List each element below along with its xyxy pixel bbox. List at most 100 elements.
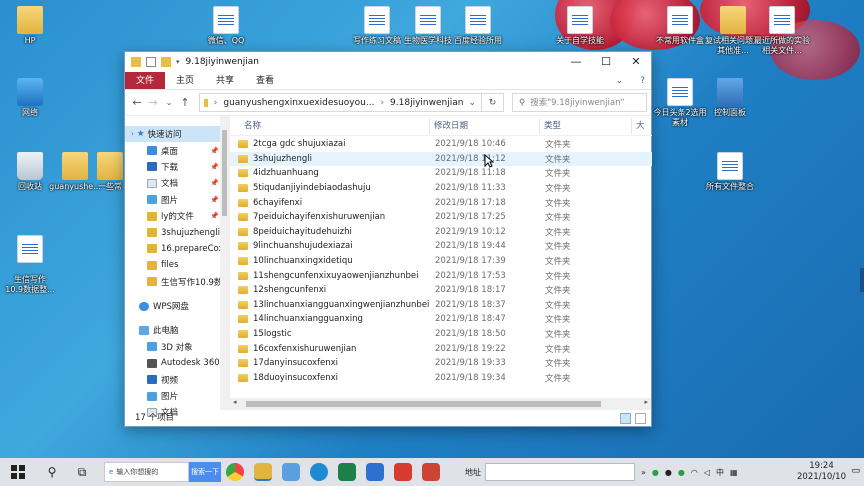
list-item[interactable]: 11shengcunfenxixuyaowenjianzhunbei 2021/9… bbox=[230, 268, 652, 283]
nav-pictures[interactable]: 图片 📌 bbox=[125, 192, 229, 208]
nav-desktop[interactable]: 桌面 📌 bbox=[125, 142, 229, 158]
new-folder-icon[interactable] bbox=[161, 57, 171, 67]
details-view-button[interactable] bbox=[620, 413, 631, 424]
column-type[interactable]: 类型 bbox=[540, 117, 632, 134]
ime-grid-icon[interactable]: ▦ bbox=[730, 468, 738, 477]
list-item[interactable]: 5tiqudanjiyindebiaodashuju 2021/9/18 11:3… bbox=[230, 181, 652, 196]
forward-button[interactable]: → bbox=[145, 96, 161, 109]
wps-icon[interactable] bbox=[394, 463, 412, 481]
nav-autodesk[interactable]: Autodesk 360 bbox=[125, 355, 229, 371]
maximize-button[interactable]: ☐ bbox=[591, 52, 621, 72]
chrome-icon[interactable] bbox=[226, 463, 244, 481]
desktop-icon-hp[interactable]: HP bbox=[0, 6, 60, 46]
ime-indicator[interactable]: 中 bbox=[716, 467, 724, 478]
list-item[interactable]: 15logstic 2021/9/18 18:50 文件夹 bbox=[230, 327, 652, 342]
nav-files[interactable]: files bbox=[125, 257, 229, 273]
desktop-icon-control-panel[interactable]: 控制面板 bbox=[700, 78, 760, 118]
desktop-icon-network[interactable]: 网络 bbox=[0, 78, 60, 118]
wifi-icon[interactable]: ◠ bbox=[691, 468, 698, 477]
up-button[interactable]: ↑ bbox=[177, 96, 193, 109]
refresh-button[interactable]: ↻ bbox=[482, 93, 504, 112]
chevron-down-icon[interactable]: › bbox=[131, 130, 134, 138]
nav-pc-pictures[interactable]: 图片 bbox=[125, 388, 229, 404]
column-date[interactable]: 修改日期 bbox=[430, 117, 540, 134]
large-icons-view-button[interactable] bbox=[635, 413, 646, 424]
tab-view[interactable]: 查看 bbox=[245, 72, 285, 89]
qq-tray-icon[interactable]: ● bbox=[665, 468, 672, 477]
desktop-icon-wechat-qq[interactable]: 微信、QQ bbox=[196, 6, 256, 46]
scroll-left-icon[interactable]: ◂ bbox=[233, 398, 237, 406]
scrollbar-thumb[interactable] bbox=[246, 401, 601, 407]
taskbar-search-input[interactable]: e 输入你想搜的 bbox=[104, 462, 189, 482]
minimize-button[interactable]: — bbox=[561, 52, 591, 72]
quick-access-dropdown-icon[interactable]: ▾ bbox=[176, 58, 180, 66]
list-item[interactable]: 12shengcunfenxi 2021/9/18 18:17 文件夹 bbox=[230, 283, 652, 298]
security-tray-icon[interactable]: ● bbox=[678, 468, 685, 477]
list-item[interactable]: 6chayifenxi 2021/9/18 17:18 文件夹 bbox=[230, 195, 652, 210]
search-input[interactable]: ⚲ 搜索"9.18jiyinwenjian" bbox=[512, 93, 647, 112]
list-item[interactable]: 17danyinsucoxfenxi 2021/9/18 19:33 文件夹 bbox=[230, 356, 652, 371]
help-icon[interactable]: ? bbox=[634, 72, 651, 89]
file-explorer-icon[interactable] bbox=[254, 463, 272, 481]
list-item[interactable]: 10linchuanxingxidetiqu 2021/9/18 17:39 文件夹 bbox=[230, 254, 652, 269]
nav-3shujuzhengli[interactable]: 3shujuzhengli bbox=[125, 224, 229, 240]
task-view-icon[interactable]: ⧉ bbox=[70, 460, 94, 484]
taskbar-search-button[interactable]: 搜索一下 bbox=[189, 462, 221, 482]
address-bar[interactable]: › guanyushengxinxuexidesuoyou... › 9.18j… bbox=[199, 93, 482, 112]
list-item[interactable]: 3shujuzhengli 2021/9/18 11:12 文件夹 bbox=[230, 151, 652, 167]
list-item[interactable]: 2tcga gdc shujuxiazai 2021/9/18 10:46 文件夹 bbox=[230, 137, 652, 152]
list-item[interactable]: 13linchuanxiangguanxingwenjianzhunbei 202… bbox=[230, 298, 652, 313]
chevron-right-icon[interactable]: › bbox=[214, 98, 218, 108]
nav-downloads[interactable]: 下载 📌 bbox=[125, 159, 229, 175]
mail-icon[interactable] bbox=[422, 463, 440, 481]
list-item[interactable]: 14linchuanxiangguanxing 2021/9/18 18:47 文件… bbox=[230, 312, 652, 327]
network-share-icon[interactable] bbox=[282, 463, 300, 481]
address-dropdown-icon[interactable]: ⌄ bbox=[463, 98, 481, 108]
taskbar-address-input[interactable] bbox=[485, 463, 635, 481]
excel-icon[interactable] bbox=[338, 463, 356, 481]
nav-videos[interactable]: 视频 bbox=[125, 371, 229, 387]
search-icon[interactable]: ⚲ bbox=[40, 460, 64, 484]
nav-wps-drive[interactable]: WPS网盘 bbox=[125, 298, 229, 314]
tab-home[interactable]: 主页 bbox=[165, 72, 205, 89]
navpane-scrollbar[interactable] bbox=[220, 116, 229, 410]
scrollbar-thumb[interactable] bbox=[222, 130, 227, 216]
security-shield-icon[interactable] bbox=[366, 463, 384, 481]
nav-quick-access[interactable]: › ★ 快速访问 bbox=[125, 126, 229, 143]
list-item[interactable]: 18duoyinsucoxfenxi 2021/9/18 19:34 文件夹 bbox=[230, 371, 652, 386]
desktop-icon-selflearn[interactable]: 关于自学技能 bbox=[550, 6, 610, 46]
taskbar-address-chevron-icon[interactable]: » bbox=[641, 468, 646, 477]
desktop-icon-software[interactable]: 不常用软件盒 bbox=[650, 6, 710, 46]
wechat-tray-icon[interactable]: ● bbox=[652, 468, 659, 477]
nav-ly-files[interactable]: ly的文件 📌 bbox=[125, 208, 229, 224]
horizontal-scrollbar[interactable]: ◂ ▸ bbox=[230, 398, 651, 410]
nav-shengxin[interactable]: 生信写作10.9数据 bbox=[125, 274, 229, 290]
nav-documents[interactable]: 文档 📌 bbox=[125, 175, 229, 191]
nav-3d-objects[interactable]: 3D 对象 bbox=[125, 339, 229, 355]
column-size[interactable]: 大 bbox=[632, 118, 652, 134]
chevron-right-icon[interactable]: › bbox=[380, 98, 384, 108]
list-item[interactable]: 16coxfenxishuruwenjian 2021/9/18 19:22 文件夹 bbox=[230, 341, 652, 356]
edge-icon[interactable] bbox=[310, 463, 328, 481]
desktop-icon-shengxin[interactable]: 生信写作 10.9数据整... bbox=[0, 225, 60, 295]
breadcrumb-segment[interactable]: guanyushengxinxuexidesuoyou... bbox=[223, 98, 374, 108]
breadcrumb-segment[interactable]: 9.18jiyinwenjian bbox=[390, 98, 463, 108]
back-button[interactable]: ← bbox=[129, 96, 145, 109]
nav-this-pc[interactable]: 此电脑 bbox=[125, 322, 229, 338]
nav-16preparecox[interactable]: 16.prepareCox bbox=[125, 241, 229, 257]
column-name[interactable]: 名称 bbox=[230, 117, 430, 134]
desktop-icon-experiments[interactable]: 最近所做的实验相关文件... bbox=[752, 6, 812, 56]
volume-icon[interactable]: ◁ bbox=[704, 468, 710, 477]
ribbon-expand-icon[interactable]: ⌄ bbox=[605, 72, 635, 89]
windows-start-button[interactable] bbox=[6, 460, 30, 484]
tab-share[interactable]: 共享 bbox=[205, 72, 245, 89]
properties-icon[interactable] bbox=[146, 57, 156, 67]
clock[interactable]: 19:24 2021/10/10 bbox=[797, 461, 846, 483]
notification-icon[interactable]: ▭ bbox=[851, 466, 860, 476]
close-button[interactable]: ✕ bbox=[621, 52, 651, 72]
scroll-right-icon[interactable]: ▸ bbox=[644, 398, 648, 406]
recent-dropdown-button[interactable]: ⌄ bbox=[161, 98, 177, 107]
desktop-icon-yixiechang[interactable]: 一些常 bbox=[95, 152, 125, 192]
tab-file[interactable]: 文件 bbox=[125, 72, 166, 89]
list-item[interactable]: 7peiduichayifenxishuruwenjian 2021/9/18 1… bbox=[230, 210, 652, 225]
